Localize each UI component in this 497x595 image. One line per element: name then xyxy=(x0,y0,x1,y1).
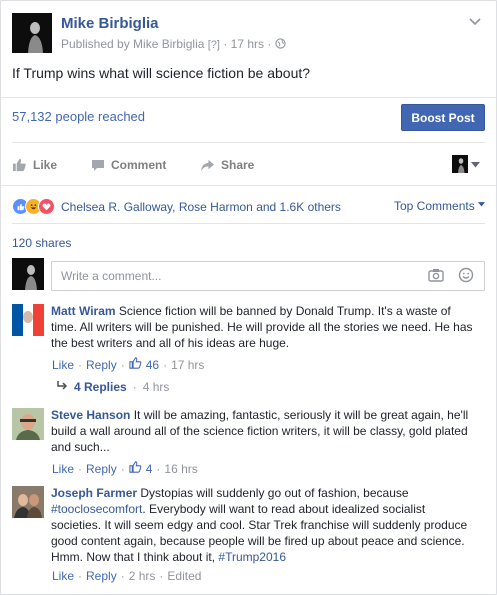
love-reaction-icon xyxy=(38,198,55,215)
top-comments-sort[interactable]: Top Comments xyxy=(394,199,486,213)
share-label: Share xyxy=(221,158,255,172)
reply-arrow-icon xyxy=(56,380,68,394)
camera-icon[interactable] xyxy=(428,268,444,287)
boost-post-button[interactable]: Boost Post xyxy=(401,104,485,131)
commenter-avatar[interactable] xyxy=(12,408,44,440)
post-text: If Trump wins what will science fiction … xyxy=(12,65,311,81)
hashtag-link[interactable]: #Trump2016 xyxy=(218,550,286,564)
page-avatar[interactable] xyxy=(12,13,52,53)
replies-time: 4 hrs xyxy=(142,380,170,394)
post-card: Mike Birbiglia Published by Mike Birbigl… xyxy=(0,0,497,595)
post-time[interactable]: 17 hrs xyxy=(231,37,264,51)
comment-reply-link[interactable]: Reply xyxy=(86,462,117,476)
comment-author[interactable]: Steve Hanson xyxy=(51,408,130,422)
comment-body-part: Dystopias will suddenly go out of fashio… xyxy=(140,486,409,500)
commenter-avatar[interactable] xyxy=(12,304,44,336)
view-replies[interactable]: 4 Replies · 4 hrs xyxy=(56,380,169,394)
people-reached[interactable]: 57,132 people reached xyxy=(12,109,145,124)
globe-icon xyxy=(275,37,286,51)
comment-actions: Like · Reply · 46 · 17 hrs xyxy=(52,357,205,372)
post-author[interactable]: Mike Birbiglia xyxy=(61,15,159,32)
divider xyxy=(12,142,485,143)
comment-reply-link[interactable]: Reply xyxy=(86,358,117,372)
post-meta: Published by Mike Birbiglia [?] · 17 hrs… xyxy=(61,37,286,51)
divider xyxy=(1,185,496,186)
edited-label[interactable]: Edited xyxy=(167,569,201,583)
reactions-summary[interactable]: Chelsea R. Galloway, Rose Harmon and 1.6… xyxy=(12,198,341,215)
top-comments-label: Top Comments xyxy=(394,199,475,213)
comment-actions: Like · Reply · 2 hrs · Edited xyxy=(52,569,202,583)
divider xyxy=(12,223,485,224)
like-label: Like xyxy=(33,158,58,172)
thumbs-up-outline-icon[interactable] xyxy=(129,357,142,372)
replies-count[interactable]: 4 Replies xyxy=(74,380,127,394)
comment-like-link[interactable]: Like xyxy=(52,569,74,583)
like-action-button[interactable]: Like xyxy=(12,158,57,172)
comment-input[interactable] xyxy=(59,268,423,284)
comment-time[interactable]: 2 hrs xyxy=(129,569,156,583)
post-options-chevron-icon[interactable] xyxy=(468,15,482,29)
smiley-icon[interactable] xyxy=(458,267,474,288)
reactions-names[interactable]: Chelsea R. Galloway, Rose Harmon and 1.6… xyxy=(61,200,341,214)
comment-time[interactable]: 16 hrs xyxy=(164,462,197,476)
divider xyxy=(1,97,496,98)
comment-text: Matt Wiram Science fiction will be banne… xyxy=(51,303,476,351)
comment-actions: Like · Reply · 4 · 16 hrs xyxy=(52,461,198,476)
comment-like-link[interactable]: Like xyxy=(52,462,74,476)
commenter-avatar xyxy=(12,258,44,290)
comment-author[interactable]: Matt Wiram xyxy=(51,304,116,318)
comment-like-count[interactable]: 4 xyxy=(146,462,153,476)
shares-count[interactable]: 120 shares xyxy=(12,236,71,250)
share-arrow-icon xyxy=(200,159,215,172)
caret-down-icon xyxy=(478,199,486,213)
comment-text: Steve Hanson It will be amazing, fantast… xyxy=(51,407,476,455)
hashtag-link[interactable]: #tooclosecomfort xyxy=(51,502,142,516)
comment-like-link[interactable]: Like xyxy=(52,358,74,372)
thumbs-up-icon xyxy=(12,158,27,172)
comment-box xyxy=(51,261,485,291)
caret-down-icon xyxy=(471,155,480,173)
published-by: Published by Mike Birbiglia xyxy=(61,37,205,51)
comment-time[interactable]: 17 hrs xyxy=(171,358,204,372)
comment-author[interactable]: Joseph Farmer xyxy=(51,486,137,500)
comment-label: Comment xyxy=(111,158,167,172)
commenter-avatar[interactable] xyxy=(12,486,44,518)
page-identity-selector[interactable] xyxy=(452,155,480,173)
speech-bubble-icon xyxy=(91,159,105,172)
page-mini-avatar xyxy=(452,155,468,173)
share-action-button[interactable]: Share xyxy=(200,158,254,172)
help-bracket[interactable]: [?] xyxy=(208,39,220,51)
comment-text: Joseph Farmer Dystopias will suddenly go… xyxy=(51,485,476,565)
comment-like-count[interactable]: 46 xyxy=(146,358,159,372)
comment-reply-link[interactable]: Reply xyxy=(86,569,117,583)
comment-action-button[interactable]: Comment xyxy=(91,158,166,172)
thumbs-up-outline-icon[interactable] xyxy=(129,461,142,476)
